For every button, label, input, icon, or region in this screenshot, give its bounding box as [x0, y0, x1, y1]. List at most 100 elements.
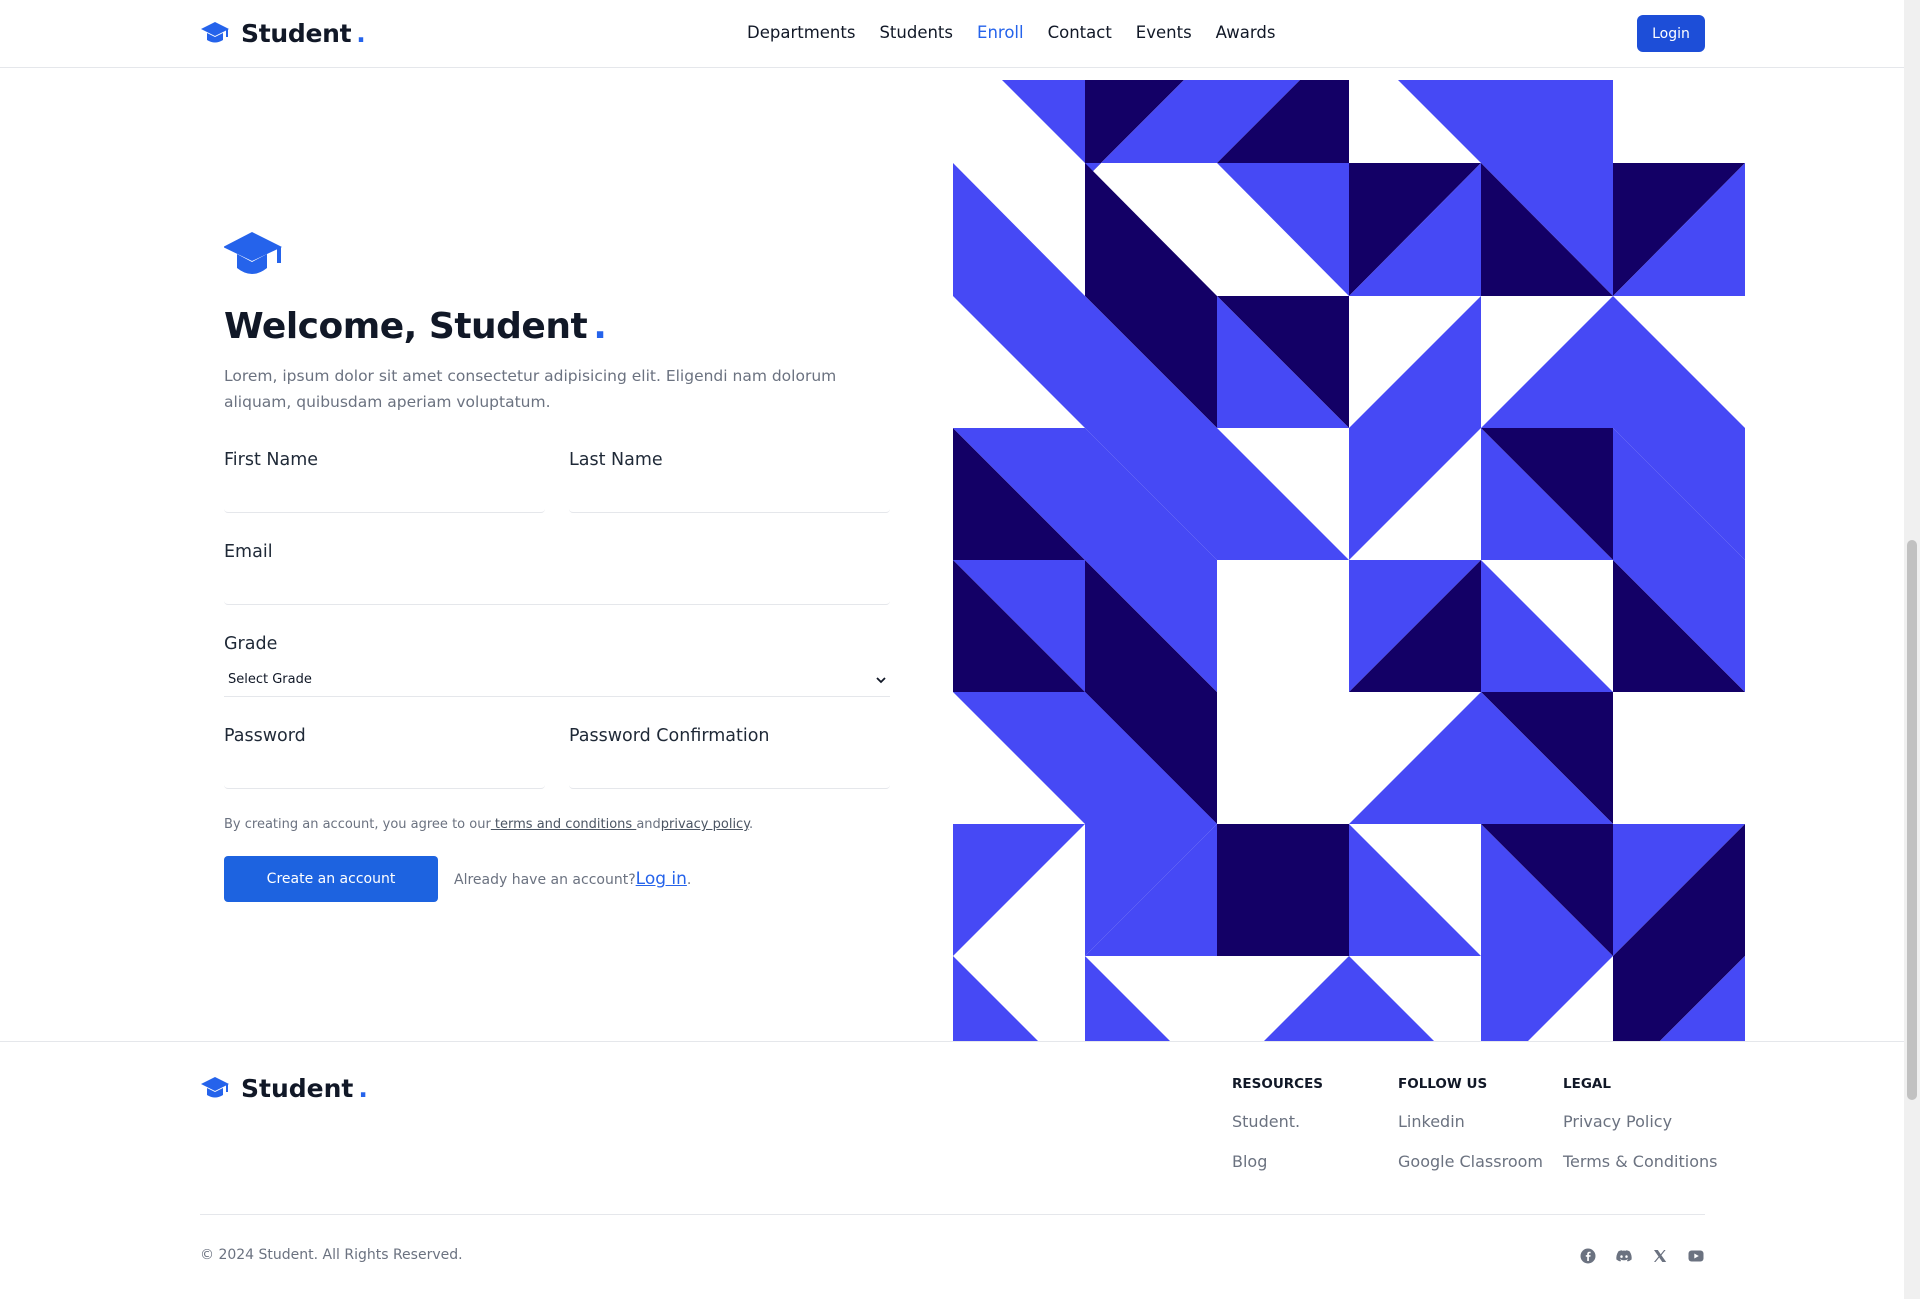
password-group: Password: [224, 725, 545, 789]
scrollbar-thumb[interactable]: [1907, 540, 1917, 1100]
last-name-input[interactable]: [569, 479, 890, 513]
pattern-shape: [1481, 956, 1613, 1042]
footer-brand-logo[interactable]: Student .: [200, 1073, 368, 1103]
social-links: [1580, 1248, 1704, 1264]
footer-divider-top: [0, 1041, 1904, 1042]
footer-link-student[interactable]: Student.: [1232, 1113, 1323, 1131]
first-name-group: First Name: [224, 449, 545, 513]
password-confirm-input[interactable]: [569, 755, 890, 789]
email-row: Email: [224, 541, 890, 605]
footer-link-privacy[interactable]: Privacy Policy: [1563, 1113, 1717, 1131]
terms-suffix: .: [749, 817, 754, 832]
grade-label: Grade: [224, 634, 278, 654]
nav-departments[interactable]: Departments: [747, 22, 855, 44]
legal-heading: LEGAL: [1563, 1076, 1611, 1092]
footer-link-google-classroom[interactable]: Google Classroom: [1398, 1153, 1543, 1171]
pattern-shape: [953, 163, 1085, 428]
nav-enroll[interactable]: Enroll: [977, 22, 1024, 44]
pattern-shape: [1398, 80, 1481, 163]
brand-logo[interactable]: Student .: [200, 18, 366, 48]
grade-group: Grade Select Grade: [224, 633, 890, 697]
main-nav: Departments Students Enroll Contact Even…: [747, 22, 1299, 44]
terms-and: and: [636, 817, 661, 832]
facebook-icon[interactable]: [1580, 1248, 1596, 1264]
footer-divider: [200, 1214, 1705, 1215]
graduation-cap-icon: [224, 232, 282, 274]
discord-icon[interactable]: [1616, 1248, 1632, 1264]
password-confirm-label: Password Confirmation: [569, 726, 770, 746]
already-have-account: Already have an account?Log in.: [454, 869, 691, 889]
x-icon[interactable]: [1652, 1248, 1668, 1264]
page-description: Lorem, ipsum dolor sit amet consectetur …: [224, 367, 837, 411]
pattern-shape: [953, 824, 1085, 956]
terms-notice: By creating an account, you agree to our…: [224, 817, 890, 832]
email-group: Email: [224, 541, 890, 605]
chevron-down-icon: [876, 676, 886, 683]
signup-form: Welcome, Student. Lorem, ipsum dolor sit…: [224, 230, 890, 902]
first-name-input[interactable]: [224, 479, 545, 513]
geometric-pattern-image: [953, 80, 1745, 1042]
terms-prefix: By creating an account, you agree to our: [224, 817, 491, 832]
password-label: Password: [224, 726, 306, 746]
pattern-shape: [1217, 824, 1349, 956]
page-scrollbar[interactable]: [1904, 0, 1920, 1299]
name-row: First Name Last Name: [224, 449, 890, 513]
brand-dot: .: [356, 18, 366, 48]
pattern-shape: [1349, 824, 1481, 956]
copyright-text: © 2024 Student. All Rights Reserved.: [200, 1247, 463, 1263]
pattern-shape: [1217, 163, 1349, 296]
page-title: Welcome, Student.: [224, 306, 890, 347]
terms-link[interactable]: terms and conditions: [491, 817, 637, 832]
title-dot: .: [593, 306, 607, 347]
privacy-link[interactable]: privacy policy: [661, 817, 749, 832]
youtube-icon[interactable]: [1688, 1248, 1704, 1264]
last-name-label: Last Name: [569, 450, 663, 470]
pattern-shape: [1349, 692, 1481, 824]
pattern-shape: [1349, 428, 1481, 560]
grade-selected-value: Select Grade: [228, 672, 312, 687]
nav-awards[interactable]: Awards: [1216, 22, 1276, 44]
pattern-shape: [1217, 428, 1349, 560]
pattern-shape: [1349, 296, 1481, 428]
footer-link-linkedin[interactable]: Linkedin: [1398, 1113, 1543, 1131]
pattern-shape: [1085, 956, 1171, 1042]
footer-resources: RESOURCES Student. Blog: [1232, 1075, 1323, 1171]
first-name-label: First Name: [224, 450, 319, 470]
grade-select[interactable]: Select Grade: [224, 663, 890, 697]
graduation-cap-icon: [201, 1077, 229, 1098]
graduation-cap-icon: [201, 22, 229, 43]
grade-row: Grade Select Grade: [224, 633, 890, 697]
nav-events[interactable]: Events: [1136, 22, 1192, 44]
nav-students[interactable]: Students: [879, 22, 953, 44]
footer-brand-name: Student: [241, 1073, 354, 1103]
footer-follow: FOLLOW US Linkedin Google Classroom: [1398, 1075, 1543, 1171]
footer-link-terms[interactable]: Terms & Conditions: [1563, 1153, 1717, 1171]
create-account-button[interactable]: Create an account: [224, 856, 438, 902]
password-confirm-group: Password Confirmation: [569, 725, 890, 789]
resources-heading: RESOURCES: [1232, 1076, 1324, 1092]
brand-name: Student: [241, 18, 352, 48]
login-link[interactable]: Log in: [636, 869, 687, 889]
title-text: Welcome, Student: [224, 306, 588, 347]
already-text: Already have an account?: [454, 872, 636, 888]
pattern-shape: [953, 956, 1039, 1042]
footer-brand-dot: .: [358, 1073, 368, 1103]
email-input[interactable]: [224, 571, 890, 605]
login-button[interactable]: Login: [1637, 15, 1705, 52]
password-row: Password Password Confirmation: [224, 725, 890, 789]
pattern-shape: [1481, 296, 1745, 428]
nav-contact[interactable]: Contact: [1048, 22, 1112, 44]
email-label: Email: [224, 542, 273, 562]
pattern-shapes: [953, 80, 1745, 1042]
last-name-group: Last Name: [569, 449, 890, 513]
pattern-shape: [1263, 956, 1435, 1042]
footer-legal: LEGAL Privacy Policy Terms & Conditions: [1563, 1075, 1717, 1171]
form-actions: Create an account Already have an accoun…: [224, 856, 890, 902]
pattern-shape: [1002, 80, 1085, 163]
password-input[interactable]: [224, 755, 545, 789]
login-suffix: .: [686, 872, 692, 888]
follow-heading: FOLLOW US: [1398, 1076, 1488, 1092]
footer-link-blog[interactable]: Blog: [1232, 1153, 1323, 1171]
pattern-shape: [1481, 560, 1613, 692]
site-header: Student . Departments Students Enroll Co…: [0, 0, 1904, 68]
